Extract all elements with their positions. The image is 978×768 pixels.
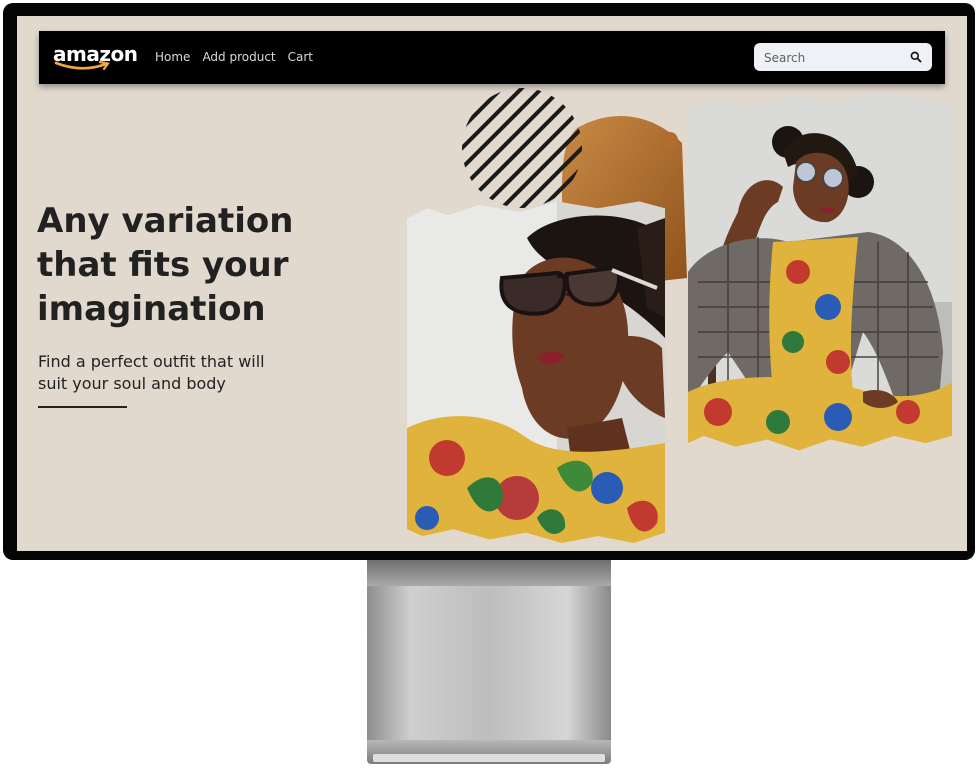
nav-link-cart[interactable]: Cart	[288, 50, 313, 64]
model-photo-1	[407, 201, 665, 543]
search-input[interactable]	[762, 48, 906, 68]
monitor-stand	[367, 560, 611, 750]
search-box	[754, 43, 932, 71]
nav-link-add-product[interactable]: Add product	[202, 50, 275, 64]
person-photo-icon	[407, 201, 665, 543]
hero-title: Any variation that fits your imagination	[37, 201, 294, 329]
hero-subtitle: Find a perfect outfit that will suit you…	[38, 352, 265, 393]
model-photo-2	[688, 92, 952, 451]
hero-divider	[38, 406, 127, 408]
screen: amazon Home Add product Cart Any variati…	[17, 16, 967, 551]
monitor-bezel: amazon Home Add product Cart Any variati…	[3, 3, 975, 560]
logo-smile-icon	[54, 61, 110, 71]
monitor-foot	[367, 740, 611, 764]
navbar: amazon Home Add product Cart	[39, 31, 945, 84]
person-photo-icon	[688, 92, 952, 451]
search-icon[interactable]	[910, 51, 922, 63]
nav-links: Home Add product Cart	[155, 50, 313, 64]
nav-link-home[interactable]: Home	[155, 50, 190, 64]
